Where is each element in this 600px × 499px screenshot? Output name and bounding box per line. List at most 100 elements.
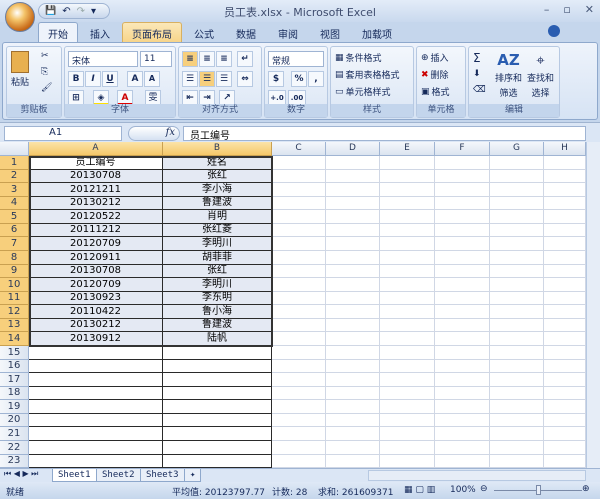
zoom-level[interactable]: 100% <box>450 485 476 495</box>
cell-B1[interactable]: 姓名 <box>163 156 272 170</box>
sheet-tab-2[interactable]: Sheet2 <box>96 469 141 482</box>
cell-B17[interactable] <box>163 373 272 387</box>
cell-G2[interactable] <box>490 170 544 183</box>
cell-F21[interactable] <box>435 427 490 441</box>
cell-E16[interactable] <box>380 360 435 373</box>
cell-G19[interactable] <box>490 400 544 414</box>
cell-F5[interactable] <box>435 210 490 224</box>
cell-A20[interactable] <box>29 414 163 427</box>
cell-D21[interactable] <box>326 427 380 441</box>
cell-F18[interactable] <box>435 387 490 400</box>
cell-F1[interactable] <box>435 156 490 170</box>
shrink-font-button[interactable]: A <box>144 71 160 87</box>
cell-B7[interactable]: 李明川 <box>163 237 272 251</box>
align-left-icon[interactable]: ☰ <box>182 71 198 87</box>
cell-B16[interactable] <box>163 360 272 373</box>
cell-H16[interactable] <box>544 360 586 373</box>
cell-A8[interactable]: 20120911 <box>29 251 163 265</box>
tab-view[interactable]: 视图 <box>310 22 350 42</box>
row-header[interactable]: 13 <box>0 319 29 332</box>
cell-B10[interactable]: 李明川 <box>163 278 272 292</box>
cell-G12[interactable] <box>490 305 544 319</box>
cell-E13[interactable] <box>380 319 435 332</box>
horizontal-scrollbar[interactable] <box>368 470 586 481</box>
cell-D12[interactable] <box>326 305 380 319</box>
cell-A17[interactable] <box>29 373 163 387</box>
cell-E14[interactable] <box>380 332 435 346</box>
cell-H15[interactable] <box>544 346 586 360</box>
paste-button[interactable]: 粘贴 <box>11 51 29 88</box>
sheet-tab-3[interactable]: Sheet3 <box>140 469 185 482</box>
cell-A4[interactable]: 20130212 <box>29 197 163 210</box>
cell-B23[interactable] <box>163 455 272 468</box>
cell-H6[interactable] <box>544 224 586 237</box>
tab-review[interactable]: 审阅 <box>268 22 308 42</box>
cell-D13[interactable] <box>326 319 380 332</box>
cell-H23[interactable] <box>544 455 586 468</box>
close-button[interactable]: ✕ <box>585 3 594 16</box>
row-header[interactable]: 9 <box>0 265 29 278</box>
cell-H5[interactable] <box>544 210 586 224</box>
cell-F16[interactable] <box>435 360 490 373</box>
row-header[interactable]: 19 <box>0 400 29 414</box>
cell-G16[interactable] <box>490 360 544 373</box>
cell-C15[interactable] <box>272 346 326 360</box>
cell-B13[interactable]: 鲁建波 <box>163 319 272 332</box>
cell-G17[interactable] <box>490 373 544 387</box>
cell-E8[interactable] <box>380 251 435 265</box>
format-painter-icon[interactable]: 🖌 <box>41 83 52 93</box>
cell-C10[interactable] <box>272 278 326 292</box>
cell-A9[interactable]: 20130708 <box>29 265 163 278</box>
format-cells-button[interactable]: ▣ 格式 <box>421 85 450 99</box>
cell-F22[interactable] <box>435 441 490 455</box>
cell-F11[interactable] <box>435 292 490 305</box>
cell-C14[interactable] <box>272 332 326 346</box>
find-select-button[interactable]: ⌖ 查找和 选择 <box>527 51 554 99</box>
cell-B12[interactable]: 鲁小海 <box>163 305 272 319</box>
cell-B6[interactable]: 张红菱 <box>163 224 272 237</box>
row-header[interactable]: 16 <box>0 360 29 373</box>
cell-C9[interactable] <box>272 265 326 278</box>
cell-G13[interactable] <box>490 319 544 332</box>
row-header[interactable]: 8 <box>0 251 29 265</box>
cell-C23[interactable] <box>272 455 326 468</box>
cell-G21[interactable] <box>490 427 544 441</box>
cell-E3[interactable] <box>380 183 435 197</box>
row-header[interactable]: 21 <box>0 427 29 441</box>
cell-H20[interactable] <box>544 414 586 427</box>
cell-C12[interactable] <box>272 305 326 319</box>
cell-G14[interactable] <box>490 332 544 346</box>
cell-C2[interactable] <box>272 170 326 183</box>
cell-G4[interactable] <box>490 197 544 210</box>
cell-H14[interactable] <box>544 332 586 346</box>
cell-C18[interactable] <box>272 387 326 400</box>
cell-D11[interactable] <box>326 292 380 305</box>
cell-A23[interactable] <box>29 455 163 468</box>
cell-H8[interactable] <box>544 251 586 265</box>
cell-H3[interactable] <box>544 183 586 197</box>
cell-D17[interactable] <box>326 373 380 387</box>
column-header-D[interactable]: D <box>326 142 380 156</box>
align-bottom-icon[interactable]: ≡ <box>216 51 232 67</box>
column-header-F[interactable]: F <box>435 142 490 156</box>
row-header[interactable]: 20 <box>0 414 29 427</box>
cell-E9[interactable] <box>380 265 435 278</box>
cell-C8[interactable] <box>272 251 326 265</box>
conditional-format-button[interactable]: ▦ 条件格式 <box>335 51 382 65</box>
cell-E21[interactable] <box>380 427 435 441</box>
row-header[interactable]: 12 <box>0 305 29 319</box>
cell-D20[interactable] <box>326 414 380 427</box>
row-header[interactable]: 14 <box>0 332 29 346</box>
wrap-text-icon[interactable]: ↵ <box>237 51 253 67</box>
cell-B8[interactable]: 胡菲菲 <box>163 251 272 265</box>
cell-D3[interactable] <box>326 183 380 197</box>
cell-G10[interactable] <box>490 278 544 292</box>
cell-G5[interactable] <box>490 210 544 224</box>
column-header-G[interactable]: G <box>490 142 544 156</box>
cell-E19[interactable] <box>380 400 435 414</box>
align-top-icon[interactable]: ≡ <box>182 51 198 67</box>
cell-B22[interactable] <box>163 441 272 455</box>
sheet-nav-arrows[interactable]: ⏮ ◀ ▶ ⏭ <box>4 469 38 479</box>
cell-G23[interactable] <box>490 455 544 468</box>
cell-B5[interactable]: 肖明 <box>163 210 272 224</box>
